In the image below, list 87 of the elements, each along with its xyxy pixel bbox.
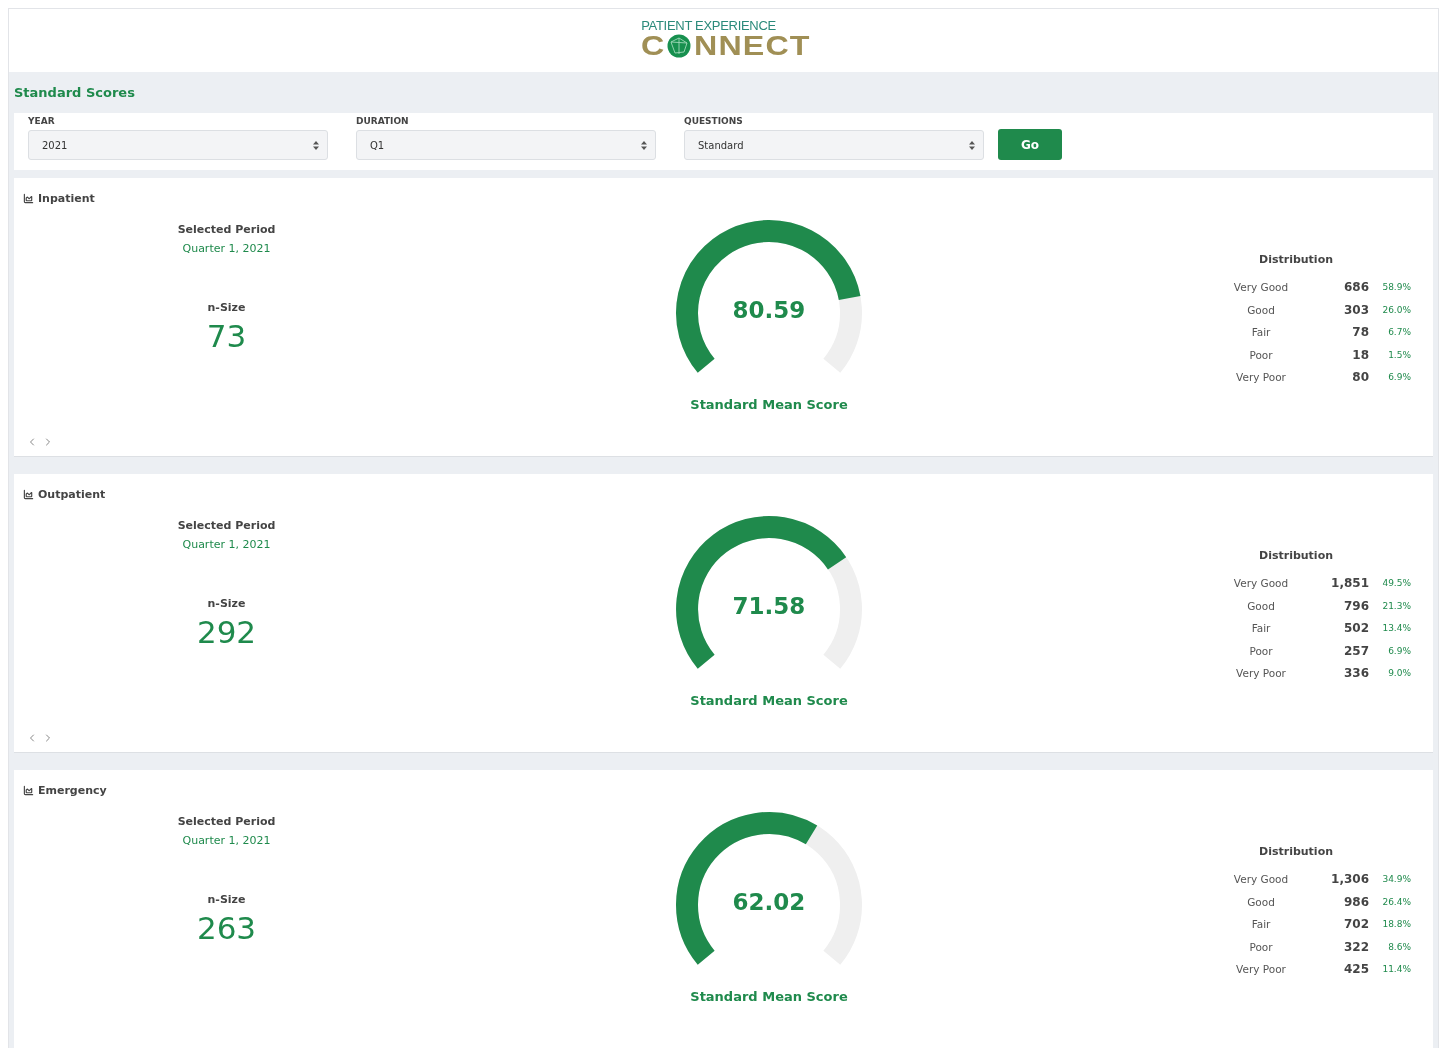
gauge-value: 80.59 xyxy=(731,297,807,323)
nsize-label: n-Size xyxy=(207,597,246,610)
gauge-value: 71.58 xyxy=(731,593,807,619)
nsize-label: n-Size xyxy=(207,301,246,314)
panel-title: Emergency xyxy=(38,784,107,797)
period-label: Selected Period xyxy=(177,223,276,236)
rating-count: 18 xyxy=(1351,347,1369,362)
period-value: Quarter 1, 2021 xyxy=(182,834,271,847)
rating-percent: 26.4% xyxy=(1381,896,1411,907)
rating-count: 1,851 xyxy=(1330,576,1369,591)
period-value: Quarter 1, 2021 xyxy=(182,538,271,551)
rating-label: Poor xyxy=(1248,940,1274,953)
rating-label: Very Poor xyxy=(1235,667,1287,680)
rating-count: 303 xyxy=(1342,302,1369,317)
page-title: Standard Scores xyxy=(14,85,135,101)
rating-percent: 11.4% xyxy=(1381,964,1411,975)
rating-count: 702 xyxy=(1342,917,1369,932)
rating-percent: 13.4% xyxy=(1381,623,1411,634)
rating-count: 322 xyxy=(1342,939,1369,954)
gauge-value: 62.02 xyxy=(731,889,807,915)
rating-percent: 6.7% xyxy=(1387,327,1411,338)
distribution-title: Distribution xyxy=(1259,549,1335,562)
area-chart-icon xyxy=(23,785,34,796)
rating-count: 80 xyxy=(1351,370,1369,385)
nsize-value: 292 xyxy=(196,614,257,650)
rating-count: 425 xyxy=(1342,962,1369,977)
rating-label: Very Good xyxy=(1232,873,1290,886)
rating-label: Poor xyxy=(1248,644,1274,657)
rating-percent: 49.5% xyxy=(1381,578,1411,589)
rating-count: 257 xyxy=(1342,643,1369,658)
logo-letter: C xyxy=(641,33,666,60)
globe-icon xyxy=(667,34,692,59)
rating-label: Fair xyxy=(1250,622,1272,635)
rating-label: Very Poor xyxy=(1235,963,1287,976)
sort-caret-icon xyxy=(641,140,647,150)
rating-percent: 6.9% xyxy=(1387,645,1411,656)
period-label: Selected Period xyxy=(177,815,276,828)
gauge-label: Standard Mean Score xyxy=(690,989,848,1004)
nsize-value: 263 xyxy=(196,910,257,946)
distribution-title: Distribution xyxy=(1259,253,1335,266)
sort-caret-icon xyxy=(313,140,319,150)
rating-count: 986 xyxy=(1342,894,1369,909)
select-field[interactable]: Q1 xyxy=(356,130,656,160)
rating-percent: 6.9% xyxy=(1387,372,1411,383)
rating-percent: 34.9% xyxy=(1381,874,1411,885)
area-chart-icon xyxy=(23,489,34,500)
select-field[interactable]: 2021 xyxy=(28,130,328,160)
rating-percent: 58.9% xyxy=(1381,282,1411,293)
rating-count: 686 xyxy=(1342,280,1369,295)
rating-label: Poor xyxy=(1248,348,1274,361)
rating-count: 336 xyxy=(1342,666,1369,681)
nsize-label: n-Size xyxy=(207,893,246,906)
rating-percent: 21.3% xyxy=(1381,600,1411,611)
rating-percent: 9.0% xyxy=(1387,668,1411,679)
rating-percent: 18.8% xyxy=(1381,919,1411,930)
logo-tagline: PATIENT EXPERIENCE xyxy=(641,19,776,34)
rating-label: Fair xyxy=(1250,918,1272,931)
distribution-title: Distribution xyxy=(1259,845,1335,858)
filter-label: DURATION xyxy=(356,116,410,126)
rating-label: Very Good xyxy=(1232,281,1290,294)
gauge-label: Standard Mean Score xyxy=(690,693,848,708)
rating-count: 796 xyxy=(1342,598,1369,613)
period-label: Selected Period xyxy=(177,519,276,532)
rating-label: Good xyxy=(1246,599,1276,612)
rating-label: Fair xyxy=(1250,326,1272,339)
logo-wordmark: NNECT xyxy=(694,33,812,60)
filter-label: QUESTIONS xyxy=(684,116,744,126)
panel-title: Outpatient xyxy=(38,488,106,501)
rating-label: Very Good xyxy=(1232,577,1290,590)
rating-label: Good xyxy=(1246,303,1276,316)
rating-percent: 1.5% xyxy=(1387,349,1411,360)
go-button[interactable]: Go xyxy=(998,129,1062,160)
gauge-label: Standard Mean Score xyxy=(690,397,848,412)
rating-percent: 8.6% xyxy=(1387,941,1411,952)
nsize-value: 73 xyxy=(206,318,247,354)
rating-percent: 26.0% xyxy=(1381,304,1411,315)
rating-count: 78 xyxy=(1351,325,1369,340)
filter-label: YEAR xyxy=(28,116,56,126)
area-chart-icon xyxy=(23,193,34,204)
rating-label: Very Poor xyxy=(1235,371,1287,384)
rating-count: 502 xyxy=(1342,621,1369,636)
rating-count: 1,306 xyxy=(1330,872,1369,887)
period-value: Quarter 1, 2021 xyxy=(182,242,271,255)
rating-label: Good xyxy=(1246,895,1276,908)
select-field[interactable]: Standard xyxy=(684,130,984,160)
panel-title: Inpatient xyxy=(38,192,95,205)
sort-caret-icon xyxy=(969,140,975,150)
